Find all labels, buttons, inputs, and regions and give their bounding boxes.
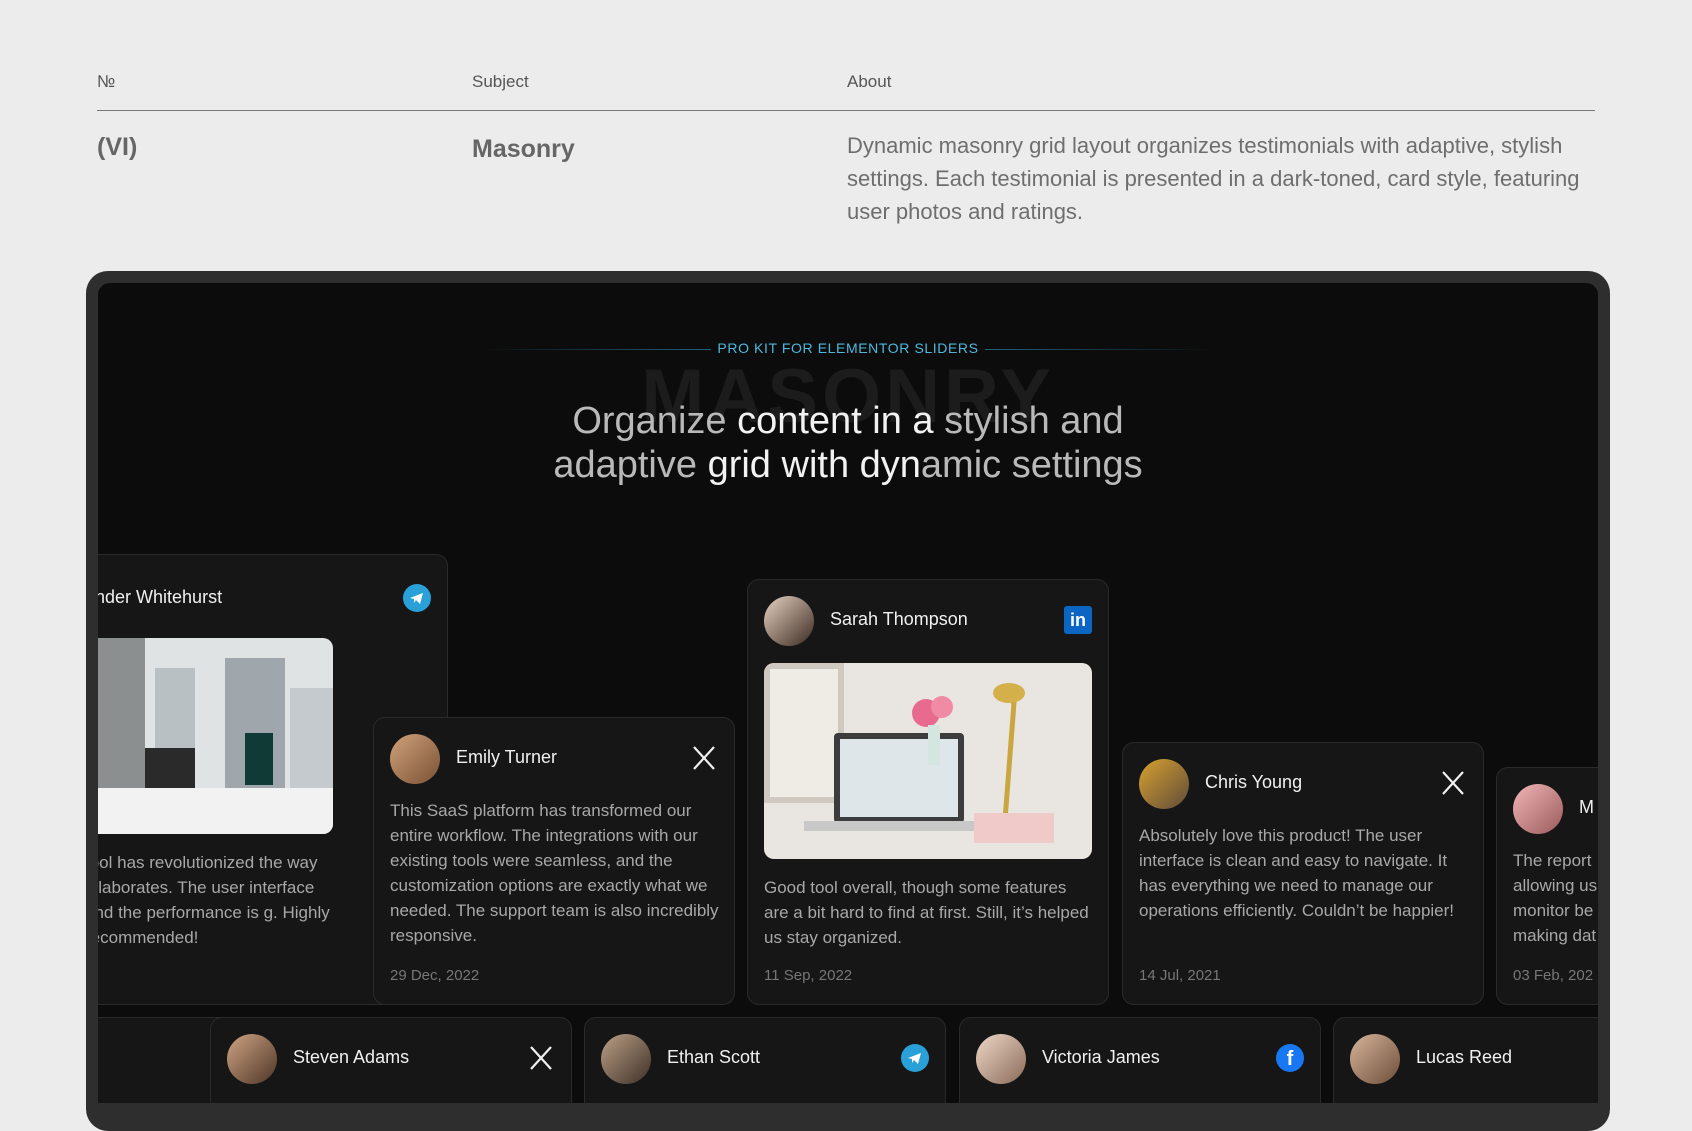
header-number: № <box>97 72 116 91</box>
card-text: Good tool overall, though some features … <box>764 878 1089 947</box>
spec-row: (VI) Masonry Dynamic masonry grid layout… <box>97 111 1595 241</box>
card-text: Absolutely love this product! The user i… <box>1139 826 1455 920</box>
card-text: This SaaS platform has transformed our e… <box>390 801 719 945</box>
testimonial-card-victoria[interactable]: Victoria James f <box>959 1017 1321 1103</box>
x-icon[interactable] <box>1439 769 1467 797</box>
spec-header-row: № Subject About <box>97 62 1595 111</box>
avatar <box>227 1034 277 1084</box>
avatar <box>1513 784 1563 834</box>
card-author-name: Ethan Scott <box>667 1047 761 1067</box>
spec-table: № Subject About (VI) Masonry Dynamic mas… <box>97 62 1595 241</box>
preview-screen: PRO KIT FOR ELEMENTOR SLIDERS MASONRY Or… <box>98 283 1598 1103</box>
testimonial-card-steven[interactable]: Steven Adams <box>210 1017 572 1103</box>
headline-part: adaptive <box>553 444 708 486</box>
card-author-name: Steven Adams <box>293 1047 410 1067</box>
card-author-name: Sarah Thompson <box>830 609 968 629</box>
card-date: 29 Dec, 2022 <box>390 967 480 984</box>
headline-highlight: grid with dyn <box>707 444 921 486</box>
testimonial-card-ethan[interactable]: Ethan Scott <box>584 1017 946 1103</box>
facebook-icon[interactable]: f <box>1276 1044 1304 1072</box>
card-author-name: M <box>1579 797 1594 817</box>
x-icon[interactable] <box>527 1044 555 1072</box>
card-photo <box>98 638 333 834</box>
avatar <box>601 1034 651 1084</box>
row-subject: Masonry <box>472 135 575 163</box>
header-subject: Subject <box>472 72 529 91</box>
avatar <box>1350 1034 1400 1084</box>
headline-highlight: content in a <box>737 400 945 442</box>
telegram-icon[interactable] <box>403 584 431 612</box>
card-date: 03 Feb, 202 <box>1513 967 1594 984</box>
card-author-name: Victoria James <box>1042 1047 1160 1067</box>
avatar <box>1139 759 1189 809</box>
row-number: (VI) <box>97 133 138 161</box>
testimonial-card-partial-right[interactable]: M The report allowing us monitor be maki… <box>1496 767 1598 1005</box>
x-icon[interactable] <box>690 744 718 772</box>
hero-headline: Organize content in a stylish and adapti… <box>98 399 1598 487</box>
row-about: Dynamic masonry grid layout organizes te… <box>847 133 1580 224</box>
linkedin-icon[interactable]: in <box>1064 606 1092 634</box>
card-text: tool has revolutionized the way ollabora… <box>98 853 330 947</box>
card-date: 14 Jul, 2021 <box>1139 967 1221 984</box>
header-about: About <box>847 72 892 91</box>
avatar <box>976 1034 1026 1084</box>
testimonial-card-sarah[interactable]: Sarah Thompson in Good tool overall, tho… <box>747 579 1109 1005</box>
card-photo <box>764 663 1092 859</box>
card-author-name: Chris Young <box>1205 772 1303 792</box>
testimonial-card-chris[interactable]: Chris Young Absolutely love this product… <box>1122 742 1484 1005</box>
headline-part: Organize <box>572 400 738 442</box>
headline-part: stylish and <box>944 400 1124 442</box>
testimonial-card-emily[interactable]: Emily Turner This SaaS platform has tran… <box>373 717 735 1005</box>
card-author-name: Lucas Reed <box>1416 1047 1513 1067</box>
card-date: 11 Sep, 2022 <box>764 967 853 984</box>
telegram-icon[interactable] <box>901 1044 929 1072</box>
testimonial-card-lucas[interactable]: Lucas Reed <box>1333 1017 1598 1103</box>
avatar <box>390 734 440 784</box>
card-author-name: ander Whitehurst <box>98 587 223 607</box>
card-author-name: Emily Turner <box>456 747 558 767</box>
avatar <box>764 596 814 646</box>
card-text: The report allowing us monitor be making… <box>1513 851 1598 945</box>
headline-part: amic settings <box>920 444 1143 486</box>
